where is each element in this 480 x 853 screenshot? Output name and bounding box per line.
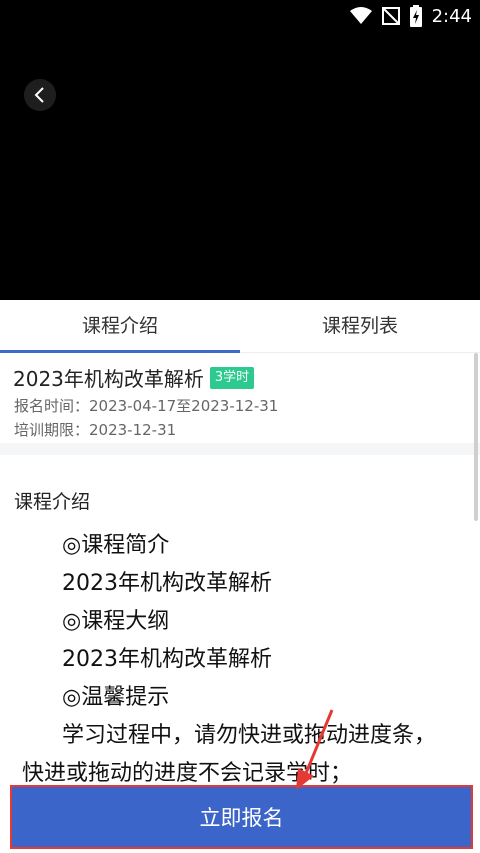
course-title-row: 2023年机构改革解析 3学时 xyxy=(13,363,255,392)
tab-course-intro[interactable]: 课程介绍 xyxy=(0,300,240,353)
intro-line: 2023年机构改革解析 xyxy=(62,647,272,672)
signup-time: 报名时间：2023-04-17至2023-12-31 xyxy=(14,397,279,415)
intro-line: ◎课程简介 xyxy=(62,533,170,558)
back-button[interactable] xyxy=(24,79,56,111)
battery-charging-icon xyxy=(409,5,422,27)
clock: 2:44 xyxy=(431,5,472,27)
course-title: 2023年机构改革解析 xyxy=(13,367,204,391)
section-divider xyxy=(0,443,480,455)
chevron-left-icon xyxy=(34,87,44,103)
intro-line: 2023年机构改革解析 xyxy=(62,571,272,596)
wifi-icon xyxy=(349,7,372,24)
intro-body: ◎课程简介 2023年机构改革解析 ◎课程大纲 2023年机构改革解析 ◎温馨提… xyxy=(22,527,440,785)
intro-line: ◎课程大纲 xyxy=(62,609,170,634)
course-info: 2023年机构改革解析 3学时 报名时间：2023-04-17至2023-12-… xyxy=(0,353,480,443)
training-deadline: 培训期限：2023-12-31 xyxy=(14,421,177,439)
video-player[interactable] xyxy=(0,32,480,300)
tab-bar: 课程介绍 课程列表 xyxy=(0,300,480,353)
enroll-button[interactable]: 立即报名 xyxy=(10,785,473,849)
intro-line: 学习过程中，请勿快进或拖动进度条，快进或拖动的进度不会记录学时； xyxy=(22,723,437,785)
intro-line: ◎温馨提示 xyxy=(62,685,170,710)
tab-course-list[interactable]: 课程列表 xyxy=(240,300,480,352)
credit-badge: 3学时 xyxy=(209,366,255,389)
course-intro-section: 课程介绍 ◎课程简介 2023年机构改革解析 ◎课程大纲 2023年机构改革解析… xyxy=(0,455,480,785)
intro-heading: 课程介绍 xyxy=(14,491,91,513)
status-bar: 2:44 xyxy=(0,0,480,32)
no-signal-icon xyxy=(381,7,400,25)
scrollbar[interactable] xyxy=(474,353,478,521)
